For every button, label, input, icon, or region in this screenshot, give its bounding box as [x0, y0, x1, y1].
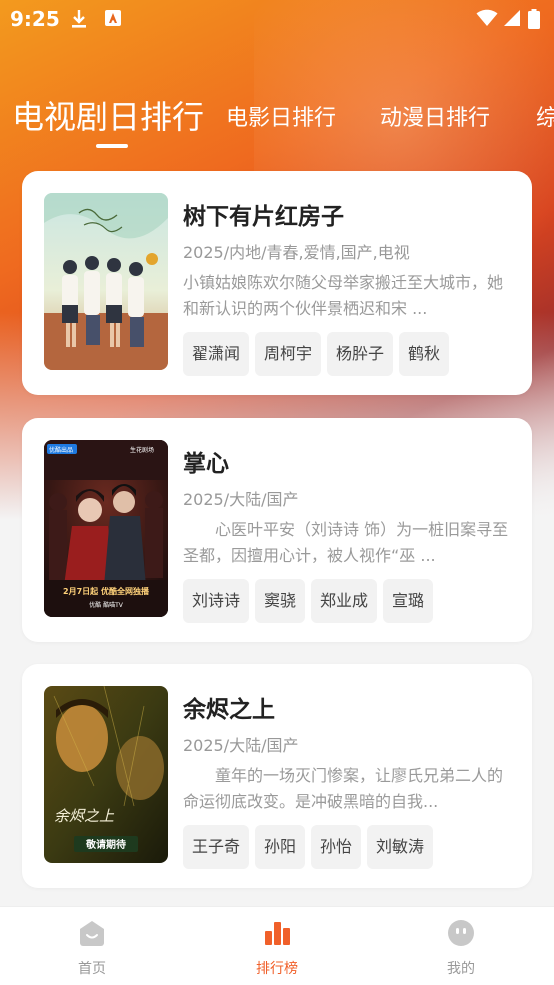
cell-signal-icon — [504, 10, 520, 26]
wifi-icon — [476, 9, 498, 26]
card-3-actors: 王子奇 孙阳 孙怡 刘敏涛 — [183, 825, 439, 869]
nav-profile-label: 我的 — [447, 961, 475, 977]
actor-tag[interactable]: 王子奇 — [183, 825, 250, 869]
ranking-icon — [265, 922, 290, 945]
poster-2-image: 优酷出品 生花剧场 2月7日起 优酷全网独播 优酷 酷喵TV — [44, 440, 168, 617]
nav-profile[interactable]: 我的 — [401, 907, 521, 985]
actor-tag[interactable]: 窦骁 — [255, 579, 306, 623]
bottom-nav: 首页 排行榜 我的 — [0, 906, 554, 985]
actor-tag[interactable]: 鹤秋 — [399, 332, 450, 376]
status-bar: 9:25 — [0, 0, 554, 36]
nav-ranking[interactable]: 排行榜 — [217, 907, 337, 985]
home-icon — [80, 921, 104, 946]
poster-1-image — [44, 193, 168, 370]
poster-3-coming: 敬请期待 — [85, 838, 126, 851]
ranking-card-3[interactable]: 余烬之上 敬请期待 余烬之上 2025/大陆/国产 童年的一场灭门惨案，让廖氏兄… — [22, 664, 532, 888]
battery-icon — [528, 9, 540, 29]
ranking-card-2[interactable]: 优酷出品 生花剧场 2月7日起 优酷全网独播 优酷 酷喵TV 掌心 2025/大… — [22, 418, 532, 642]
nav-home[interactable]: 首页 — [32, 907, 152, 985]
actor-tag[interactable]: 郑业成 — [311, 579, 378, 623]
poster-2[interactable]: 优酷出品 生花剧场 2月7日起 优酷全网独播 优酷 酷喵TV — [44, 440, 168, 617]
active-tab-indicator — [96, 144, 128, 148]
actor-tag[interactable]: 杨肸子 — [327, 332, 394, 376]
ranking-tabs: 电视剧日排行 电影日排行 动漫日排行 综 — [12, 92, 554, 162]
actor-tag[interactable]: 孙怡 — [311, 825, 362, 869]
card-1-meta: 2025/内地/青春,爱情,国产,电视 — [183, 243, 410, 262]
ranking-card-1[interactable]: 树下有片红房子 2025/内地/青春,爱情,国产,电视 小镇姑娘陈欢尔随父母举家… — [22, 171, 532, 395]
poster-2-badge-left: 优酷出品 — [49, 446, 73, 454]
tab-variety-daily[interactable]: 综 — [536, 100, 554, 132]
actor-tag[interactable]: 翟潇闻 — [183, 332, 250, 376]
poster-2-badge-right: 生花剧场 — [130, 446, 154, 454]
poster-2-date-line: 2月7日起 优酷全网独播 — [63, 586, 150, 596]
actor-tag[interactable]: 周柯宇 — [255, 332, 322, 376]
actor-tag[interactable]: 刘敏涛 — [367, 825, 434, 869]
poster-3-image: 余烬之上 敬请期待 — [44, 686, 168, 863]
card-2-actors: 刘诗诗 窦骁 郑业成 宣璐 — [183, 579, 439, 623]
app-notification-icon — [105, 10, 121, 26]
profile-icon — [448, 920, 474, 946]
card-3-meta: 2025/大陆/国产 — [183, 736, 299, 755]
poster-3[interactable]: 余烬之上 敬请期待 — [44, 686, 168, 863]
poster-1[interactable] — [44, 193, 168, 370]
card-2-title[interactable]: 掌心 — [183, 444, 229, 478]
card-1-title[interactable]: 树下有片红房子 — [183, 197, 344, 231]
tab-tv-daily[interactable]: 电视剧日排行 — [12, 92, 204, 138]
nav-ranking-label: 排行榜 — [256, 961, 298, 977]
download-icon — [72, 10, 86, 28]
card-2-meta: 2025/大陆/国产 — [183, 490, 299, 509]
tab-movie-daily[interactable]: 电影日排行 — [226, 100, 336, 132]
status-time: 9:25 — [10, 7, 60, 31]
card-1-actors: 翟潇闻 周柯宇 杨肸子 鹤秋 — [183, 332, 455, 376]
tab-anime-daily[interactable]: 动漫日排行 — [380, 100, 490, 132]
card-3-title[interactable]: 余烬之上 — [183, 690, 275, 724]
poster-3-logo: 余烬之上 — [54, 807, 115, 825]
card-1-desc: 小镇姑娘陈欢尔随父母举家搬迁至大城市，她和新认识的两个伙伴景栖迟和宋 ... — [183, 273, 504, 318]
card-2-desc: 心医叶平安（刘诗诗 饰）为一桩旧案寻至圣都，因擅用心计，被人视作“巫 ... — [183, 520, 509, 565]
actor-tag[interactable]: 宣璐 — [383, 579, 434, 623]
actor-tag[interactable]: 孙阳 — [255, 825, 306, 869]
actor-tag[interactable]: 刘诗诗 — [183, 579, 250, 623]
nav-home-label: 首页 — [78, 961, 106, 977]
card-3-desc: 童年的一场灭门惨案，让廖氏兄弟二人的命运彻底改变。是冲破黑暗的自我... — [183, 766, 504, 811]
poster-2-logos: 优酷 酷喵TV — [89, 601, 124, 609]
